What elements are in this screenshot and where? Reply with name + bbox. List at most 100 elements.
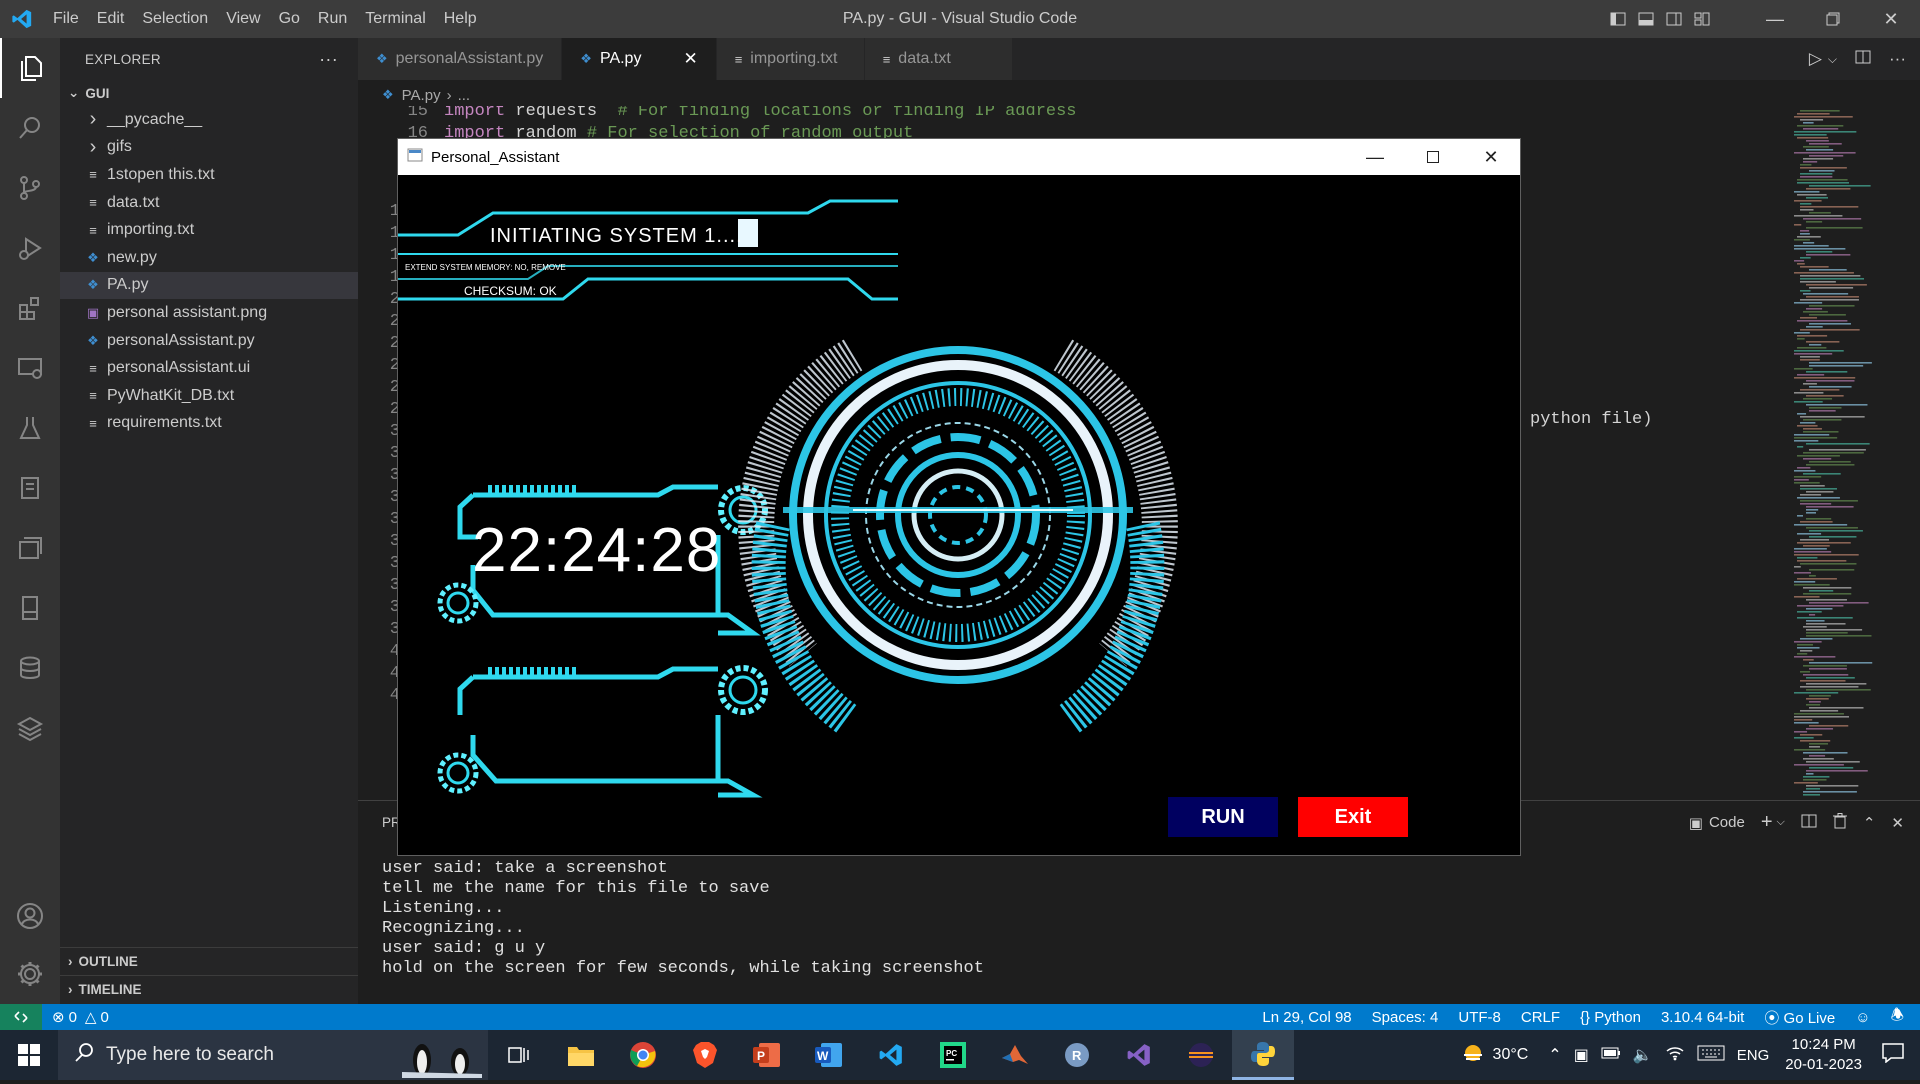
notebook-icon[interactable] bbox=[0, 578, 60, 638]
menu-terminal[interactable]: Terminal bbox=[356, 10, 434, 28]
encoding[interactable]: UTF-8 bbox=[1448, 1009, 1511, 1026]
file-item[interactable]: ❖ PA.py bbox=[60, 271, 358, 300]
go-live-button[interactable]: ⦿ Go Live bbox=[1754, 1007, 1845, 1028]
toggle-secondary-sidebar-icon[interactable] bbox=[1660, 0, 1688, 38]
breadcrumb-file[interactable]: PA.py bbox=[402, 87, 441, 104]
database-icon[interactable] bbox=[0, 638, 60, 698]
file-item[interactable]: › __pycache__ bbox=[60, 106, 358, 134]
layers-icon[interactable] bbox=[0, 698, 60, 758]
input-language[interactable]: ENG bbox=[1737, 1047, 1770, 1064]
editor-tab[interactable]: ❖ personalAssistant.py bbox=[358, 38, 563, 80]
split-terminal-icon[interactable] bbox=[1801, 814, 1817, 832]
customize-layout-icon[interactable] bbox=[1688, 0, 1716, 38]
accounts-icon[interactable] bbox=[0, 886, 60, 946]
matlab-icon[interactable] bbox=[984, 1030, 1046, 1080]
close-tab-icon[interactable]: ✕ bbox=[683, 49, 697, 69]
indentation[interactable]: Spaces: 4 bbox=[1362, 1009, 1449, 1026]
language-mode[interactable]: {} Python bbox=[1570, 1009, 1651, 1026]
file-item[interactable]: ≡ requirements.txt bbox=[60, 410, 358, 438]
taskbar-search-box[interactable]: Type here to search bbox=[58, 1030, 488, 1080]
r-language-icon[interactable]: R bbox=[1046, 1030, 1108, 1080]
explorer-icon[interactable] bbox=[0, 38, 60, 98]
menu-edit[interactable]: Edit bbox=[88, 10, 134, 28]
outline-section[interactable]: › OUTLINE bbox=[60, 947, 358, 975]
run-debug-icon[interactable] bbox=[0, 218, 60, 278]
close-window-button[interactable]: ✕ bbox=[1862, 0, 1920, 38]
windows-start-icon[interactable] bbox=[0, 1030, 58, 1080]
file-item[interactable]: ≡ 1stopen this.txt bbox=[60, 161, 358, 189]
vscode-logo-icon[interactable] bbox=[0, 0, 44, 38]
maximize-panel-icon[interactable]: ⌃ bbox=[1863, 814, 1876, 832]
workspace-folder[interactable]: ⌄ GUI bbox=[60, 80, 358, 106]
terminal-selector[interactable]: Code bbox=[1709, 814, 1745, 831]
toggle-primary-sidebar-icon[interactable] bbox=[1604, 0, 1632, 38]
personal-assistant-window[interactable]: Personal_Assistant — ✕ INITIATING SYSTEM… bbox=[397, 138, 1521, 856]
remote-explorer-icon[interactable] bbox=[0, 338, 60, 398]
chevron-down-icon[interactable]: ⌵ bbox=[1777, 816, 1785, 829]
cursor-position[interactable]: Ln 29, Col 98 bbox=[1252, 1009, 1361, 1026]
editor-tab[interactable]: ≡ importing.txt bbox=[716, 38, 865, 80]
search-icon[interactable] bbox=[0, 98, 60, 158]
run-button[interactable]: RUN bbox=[1168, 797, 1278, 837]
minimap[interactable] bbox=[1788, 106, 1908, 800]
menu-file[interactable]: File bbox=[44, 10, 88, 28]
timeline-section[interactable]: › TIMELINE bbox=[60, 975, 358, 1003]
volume-icon[interactable]: 🔈 bbox=[1633, 1045, 1653, 1065]
chevron-down-icon[interactable]: ⌵ bbox=[1828, 52, 1837, 67]
terminal-output[interactable]: user said: take a screenshot tell me the … bbox=[382, 859, 984, 979]
manage-gear-icon[interactable] bbox=[0, 944, 60, 1004]
new-terminal-icon[interactable]: + bbox=[1761, 811, 1773, 834]
touch-keyboard-icon[interactable] bbox=[1697, 1045, 1725, 1066]
kill-terminal-trash-icon[interactable] bbox=[1832, 812, 1847, 833]
toggle-panel-icon[interactable] bbox=[1632, 0, 1660, 38]
run-python-file-icon[interactable]: ▷ bbox=[1809, 49, 1822, 69]
file-item[interactable]: › gifs bbox=[60, 134, 358, 162]
extensions-icon[interactable] bbox=[0, 278, 60, 338]
breadcrumb-symbol[interactable]: ... bbox=[458, 87, 471, 104]
file-item[interactable]: ≡ personalAssistant.ui bbox=[60, 354, 358, 382]
file-item[interactable]: ❖ personalAssistant.py bbox=[60, 327, 358, 355]
feedback-icon[interactable]: ☺ bbox=[1845, 1009, 1880, 1026]
wifi-icon[interactable] bbox=[1665, 1045, 1685, 1066]
file-item[interactable]: ≡ PyWhatKit_DB.txt bbox=[60, 382, 358, 410]
battery-icon[interactable] bbox=[1601, 1046, 1621, 1064]
python-interpreter[interactable]: 3.10.4 64-bit bbox=[1651, 1009, 1754, 1026]
word-icon[interactable]: W bbox=[798, 1030, 860, 1080]
app-close-button[interactable]: ✕ bbox=[1462, 139, 1520, 175]
python-app-icon[interactable] bbox=[1232, 1030, 1294, 1080]
file-item[interactable]: ▣ personal assistant.png bbox=[60, 299, 358, 327]
jupyter-icon[interactable] bbox=[0, 458, 60, 518]
file-item[interactable]: ≡ importing.txt bbox=[60, 216, 358, 244]
file-item[interactable]: ❖ new.py bbox=[60, 244, 358, 272]
more-editor-actions-icon[interactable]: ··· bbox=[1889, 49, 1906, 69]
close-panel-icon[interactable]: ✕ bbox=[1891, 814, 1904, 832]
exit-button[interactable]: Exit bbox=[1298, 797, 1408, 837]
app-maximize-button[interactable] bbox=[1404, 139, 1462, 175]
more-actions-icon[interactable]: ··· bbox=[319, 49, 338, 70]
editor-tab[interactable]: ❖ PA.py ✕ bbox=[562, 38, 717, 80]
minimize-button[interactable]: — bbox=[1746, 0, 1804, 38]
app-title-bar[interactable]: Personal_Assistant — ✕ bbox=[398, 139, 1520, 175]
editor-tab[interactable]: ≡ data.txt bbox=[864, 38, 1013, 80]
end-of-line[interactable]: CRLF bbox=[1511, 1009, 1570, 1026]
source-control-icon[interactable] bbox=[0, 158, 60, 218]
menu-go[interactable]: Go bbox=[270, 10, 309, 28]
brave-browser-icon[interactable] bbox=[674, 1030, 736, 1080]
weather-temperature[interactable]: 30°C bbox=[1493, 1046, 1529, 1064]
show-hidden-icons-chevron-icon[interactable]: ⌃ bbox=[1548, 1045, 1561, 1065]
app-minimize-button[interactable]: — bbox=[1346, 139, 1404, 175]
eclipse-icon[interactable] bbox=[1170, 1030, 1232, 1080]
vscode-taskbar-icon[interactable] bbox=[860, 1030, 922, 1080]
menu-help[interactable]: Help bbox=[435, 10, 486, 28]
problems-status[interactable]: ⊗ 0 △ 0 bbox=[42, 1008, 119, 1027]
menu-view[interactable]: View bbox=[217, 10, 269, 28]
file-item[interactable]: ≡ data.txt bbox=[60, 189, 358, 217]
remote-indicator-icon[interactable] bbox=[0, 1004, 42, 1030]
pages-icon[interactable] bbox=[0, 518, 60, 578]
split-editor-icon[interactable] bbox=[1855, 49, 1871, 69]
restore-button[interactable] bbox=[1804, 0, 1862, 38]
pycharm-icon[interactable]: PC bbox=[922, 1030, 984, 1080]
visual-studio-icon[interactable] bbox=[1108, 1030, 1170, 1080]
notification-center-icon[interactable] bbox=[1882, 1042, 1904, 1068]
menu-run[interactable]: Run bbox=[309, 10, 356, 28]
